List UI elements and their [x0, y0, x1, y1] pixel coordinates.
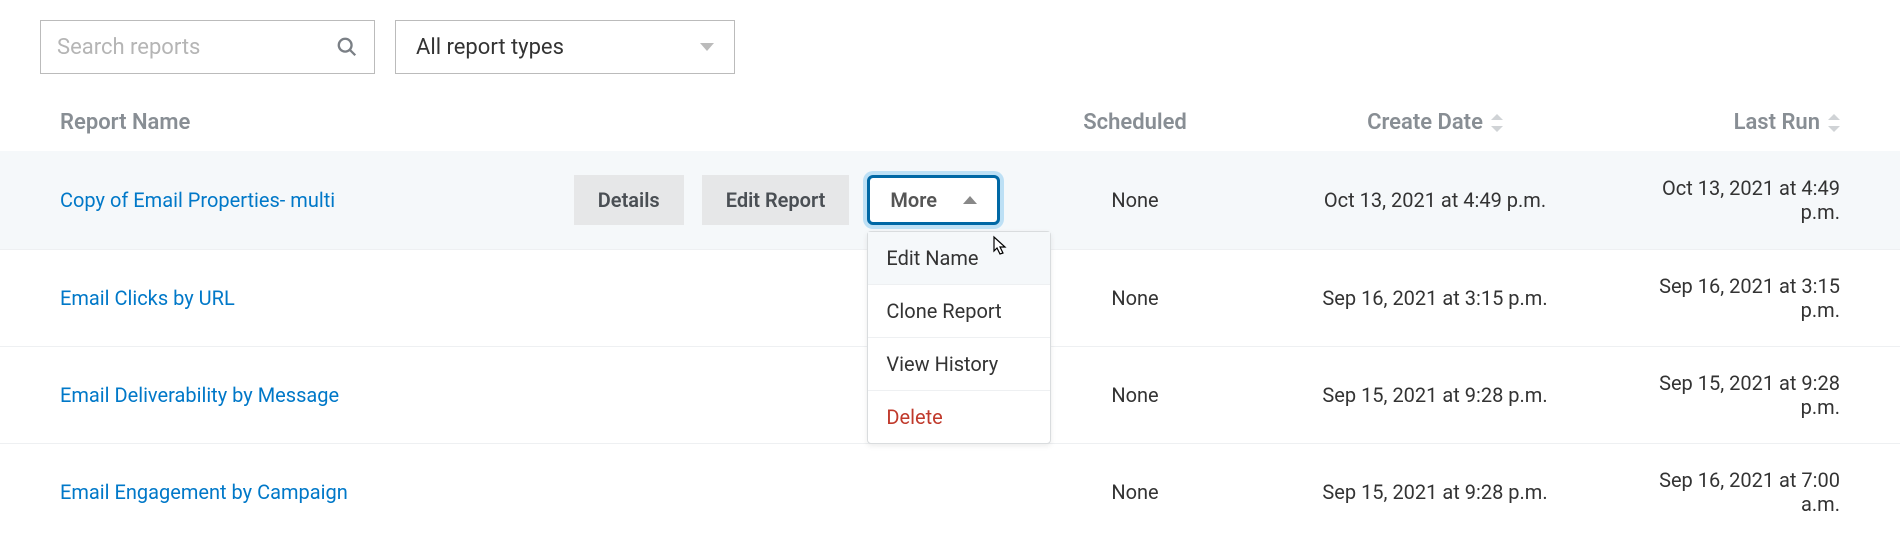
table-row: Email Engagement by Campaign None Sep 15… [0, 444, 1900, 540]
report-name-link[interactable]: Email Engagement by Campaign [60, 480, 550, 504]
reports-table: Report Name Scheduled Create Date Last R… [0, 94, 1900, 540]
sort-icon [1491, 114, 1503, 132]
table-row: Copy of Email Properties- multi Details … [0, 151, 1900, 250]
cell-lastrun: Sep 16, 2021 at 3:15 p.m. [1650, 274, 1840, 322]
details-button[interactable]: Details [574, 175, 684, 225]
column-header-actions [550, 110, 1050, 135]
search-icon [336, 36, 358, 58]
menu-item-clone-report[interactable]: Clone Report [868, 285, 1050, 338]
menu-item-delete[interactable]: Delete [868, 391, 1050, 443]
report-type-select[interactable]: All report types [395, 20, 735, 74]
cell-scheduled: None [1050, 383, 1220, 407]
cell-created: Sep 16, 2021 at 3:15 p.m. [1220, 286, 1650, 310]
column-header-created[interactable]: Create Date [1220, 110, 1650, 135]
menu-item-edit-name[interactable]: Edit Name [868, 232, 1050, 285]
search-input-container[interactable] [40, 20, 375, 74]
cell-lastrun: Oct 13, 2021 at 4:49 p.m. [1650, 176, 1840, 224]
table-header: Report Name Scheduled Create Date Last R… [0, 94, 1900, 151]
column-header-scheduled[interactable]: Scheduled [1050, 110, 1220, 135]
column-header-lastrun[interactable]: Last Run [1650, 110, 1840, 135]
report-name-link[interactable]: Email Clicks by URL [60, 286, 550, 310]
menu-item-view-history[interactable]: View History [868, 338, 1050, 391]
chevron-down-icon [700, 43, 714, 51]
cell-scheduled: None [1050, 480, 1220, 504]
cell-created: Sep 15, 2021 at 9:28 p.m. [1220, 383, 1650, 407]
cell-scheduled: None [1050, 188, 1220, 212]
chevron-up-icon [963, 196, 977, 204]
more-button[interactable]: More [867, 175, 1000, 225]
cell-lastrun: Sep 15, 2021 at 9:28 p.m. [1650, 371, 1840, 419]
cell-created: Oct 13, 2021 at 4:49 p.m. [1220, 188, 1650, 212]
cell-lastrun: Sep 16, 2021 at 7:00 a.m. [1650, 468, 1840, 516]
sort-icon [1828, 114, 1840, 132]
report-name-link[interactable]: Copy of Email Properties- multi [60, 188, 550, 212]
search-input[interactable] [57, 35, 336, 60]
more-button-label: More [890, 188, 937, 212]
more-dropdown: Edit Name Clone Report View History Dele… [867, 231, 1051, 444]
report-name-link[interactable]: Email Deliverability by Message [60, 383, 550, 407]
cell-created: Sep 15, 2021 at 9:28 p.m. [1220, 480, 1650, 504]
column-header-name[interactable]: Report Name [60, 110, 550, 135]
edit-report-button[interactable]: Edit Report [702, 175, 850, 225]
report-type-selected: All report types [416, 35, 564, 60]
cell-scheduled: None [1050, 286, 1220, 310]
